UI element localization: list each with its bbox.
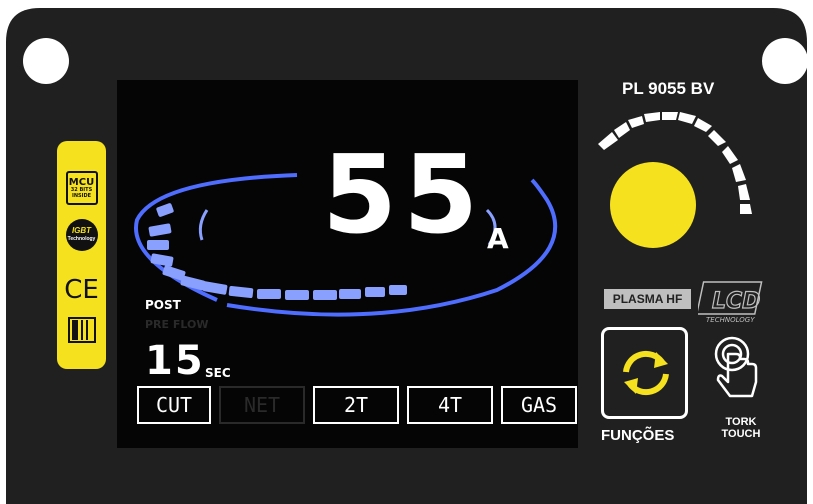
current-readout: 55 (322, 133, 485, 258)
seconds-unit: SEC (205, 366, 231, 380)
plasma-hf-badge: PLASMA HF (604, 289, 691, 309)
certification-strip: MCU 32 BITS INSIDE IGBT Technology CE (57, 141, 106, 369)
tork-touch-icon[interactable] (712, 334, 768, 404)
mode-2t-button[interactable]: 2T (313, 386, 399, 424)
lcd-technology-logo: LCD TECHNOLOGY (695, 280, 768, 325)
cycle-arrows-icon (623, 350, 669, 396)
current-adjust-knob[interactable] (610, 162, 696, 248)
manual-book-icon (57, 316, 106, 344)
svg-text:TECHNOLOGY: TECHNOLOGY (706, 316, 755, 324)
mode-4t-button[interactable]: 4T (407, 386, 493, 424)
seconds-readout: 15 (145, 338, 205, 384)
current-unit: A (487, 222, 509, 255)
ce-mark-icon: CE (64, 275, 99, 305)
lcd-display: 55 A POST PRE FLOW 15 SEC CUT NET 2T 4T … (117, 80, 578, 448)
pre-flow-label: PRE FLOW (145, 318, 209, 331)
tork-touch-label: TORK TOUCH (721, 416, 761, 440)
functions-label: FUNÇÕES (601, 427, 675, 444)
igbt-technology-icon: IGBT Technology (57, 219, 106, 251)
model-label: PL 9055 BV (622, 79, 715, 98)
post-flow-label: POST (145, 298, 181, 312)
lcd-mode-buttons: CUT NET 2T 4T GAS (137, 386, 577, 428)
mode-net-button[interactable]: NET (219, 386, 305, 424)
welder-front-panel: MCU 32 BITS INSIDE IGBT Technology CE 55… (0, 0, 813, 504)
mounting-hole-left (23, 38, 69, 84)
svg-text:LCD: LCD (712, 289, 760, 314)
functions-button[interactable] (601, 327, 688, 419)
mode-cut-button[interactable]: CUT (137, 386, 211, 424)
mcu-chip-icon: MCU 32 BITS INSIDE (57, 171, 106, 205)
mounting-hole-right (762, 38, 808, 84)
mode-gas-button[interactable]: GAS (501, 386, 577, 424)
